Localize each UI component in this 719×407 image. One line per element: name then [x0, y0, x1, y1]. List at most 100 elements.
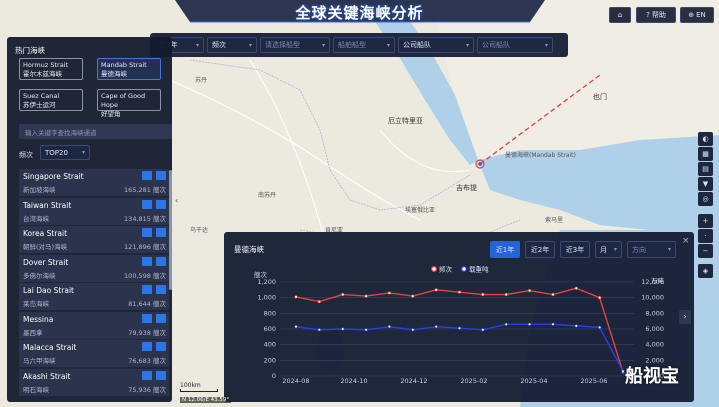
strait-name-zh: 明石海峡: [23, 385, 49, 394]
series-line-频次: [295, 287, 624, 373]
chart-icon[interactable]: [142, 199, 152, 209]
strait-name-zh: 墨西拿: [23, 328, 43, 337]
y-tick-right: 6,000: [645, 325, 664, 333]
top-n-select[interactable]: TOP20 ▾: [40, 145, 90, 160]
legend-marker: [430, 265, 438, 273]
detail-icon[interactable]: [156, 199, 166, 209]
grid-tool-button[interactable]: ▦: [698, 147, 713, 161]
chart-icon[interactable]: [142, 171, 152, 180]
metric-select[interactable]: 频次 ▾: [207, 37, 257, 53]
strait-list-item[interactable]: Singapore Strait 新加坡海峡 165,281 艘次: [19, 169, 169, 196]
chevron-down-icon: ▾: [195, 41, 199, 49]
globe-icon: ⊕: [688, 11, 695, 19]
top-bar: 全球关键海峡分析 ⌂ ? 帮助 ⊕ EN: [0, 0, 719, 28]
x-tick-label: 2025-02: [460, 377, 487, 385]
language-label: EN: [696, 11, 706, 19]
frequency-label: 频次: [19, 151, 33, 159]
data-point: [411, 328, 415, 332]
x-tick-label: 2024-12: [400, 377, 427, 385]
x-tick-label: 2024-10: [340, 377, 367, 385]
strait-ranking-list: Singapore Strait 新加坡海峡 165,281 艘次 Taiwan St…: [19, 169, 169, 397]
layer-tool-button[interactable]: ◐: [698, 132, 713, 146]
map-label-sudan: 苏丹: [195, 77, 208, 84]
help-label: 帮助: [651, 11, 666, 19]
strait-count: 165,281 艘次: [124, 186, 166, 194]
strait-name-en: Malacca Strait: [23, 343, 77, 352]
detail-icon[interactable]: [156, 370, 166, 380]
map-label-mandab: 曼德海峡(Mandab Strait): [505, 152, 576, 159]
chevron-down-icon: ▾: [465, 41, 469, 49]
strait-list-item[interactable]: Taiwan Strait 台湾海峡 134,815 艘次: [19, 197, 169, 225]
strait-name-zh: 新加坡海峡: [23, 186, 56, 194]
data-point: [387, 325, 392, 329]
detail-icon[interactable]: [156, 256, 166, 266]
chart-icon[interactable]: [142, 228, 152, 237]
line-chart: 1,2001,000800600400200012,00010,0008,000…: [254, 265, 665, 386]
strait-list-item[interactable]: Malacca Strait 马六甲海峡 76,683 艘次: [19, 340, 169, 367]
y-tick-left: 800: [264, 309, 276, 317]
hot-strait-good-hope[interactable]: Cape of Good Hope 好望角: [97, 89, 161, 118]
data-point: [411, 294, 415, 298]
data-point: [457, 326, 462, 330]
strait-name-en: Dover Strait: [23, 257, 69, 267]
strait-name-zh: 台湾海峡: [23, 214, 49, 223]
zoom-in-button[interactable]: +: [698, 214, 713, 228]
data-point: [574, 286, 578, 290]
list-scrollbar[interactable]: [169, 170, 172, 290]
company-fleet-select[interactable]: 公司船队 ▾: [398, 37, 474, 53]
data-point: [598, 296, 602, 300]
strait-count: 100,598 艘次: [124, 271, 166, 280]
legend-label: 载重吨: [469, 265, 489, 274]
zoom-out-button[interactable]: −: [698, 244, 713, 258]
chevron-down-icon: ▾: [386, 41, 390, 49]
hot-strait-hormuz[interactable]: Hormuz Strait 霍尔木兹海峡: [19, 58, 83, 80]
language-button[interactable]: ⊕ EN: [680, 7, 714, 23]
panel-title: 热门海峡: [15, 46, 45, 55]
filter-tool-button[interactable]: ▼: [698, 177, 713, 191]
data-point: [481, 292, 485, 297]
map-label-ethiopia: 埃塞俄比亚: [405, 207, 436, 214]
strait-name-zh: 莱岛海峡: [23, 300, 49, 308]
hot-strait-suez[interactable]: Suez Canal 苏伊士运河: [19, 89, 83, 111]
strait-list-item[interactable]: Korea Strait 朝鲜(对马)海峡 121,896 艘次: [19, 226, 169, 253]
table-icon: ▤: [702, 165, 709, 173]
strait-count: 75,936 艘次: [128, 385, 166, 394]
data-point: [504, 292, 508, 297]
detail-icon[interactable]: [156, 171, 166, 180]
y-axis-unit-left: 艘次: [254, 270, 268, 279]
chart-icon[interactable]: [142, 285, 152, 294]
detail-icon[interactable]: [156, 228, 166, 237]
strait-count: 76,683 艘次: [128, 357, 166, 365]
strait-list-item[interactable]: Akashi Strait 明石海峡 75,936 艘次: [19, 368, 169, 396]
detail-icon[interactable]: [156, 342, 166, 351]
company-fleet-select-2[interactable]: 公司船队 ▾: [477, 37, 553, 53]
chart-icon[interactable]: [142, 256, 152, 266]
strait-search-input[interactable]: 输入关键字查找海峡通道: [19, 124, 172, 139]
strait-list-item[interactable]: Dover Strait 多佛尔海峡 100,598 艘次: [19, 254, 169, 282]
map-label-eritrea: 厄立特里亚: [388, 117, 423, 125]
y-tick-right: 8,000: [645, 309, 664, 317]
data-point: [551, 322, 555, 326]
home-button[interactable]: ⌂: [609, 7, 631, 23]
strait-name-zh: 多佛尔海峡: [23, 271, 56, 280]
detail-icon[interactable]: [156, 285, 166, 294]
hot-strait-mandab[interactable]: Mandab Strait 曼德海峡: [97, 58, 161, 80]
chart-icon[interactable]: [142, 342, 152, 351]
strait-list-item[interactable]: Messina 墨西拿 79,938 艘次: [19, 311, 169, 339]
layers-button[interactable]: ◈: [698, 264, 713, 278]
x-tick-label: 2025-04: [520, 377, 547, 385]
help-button[interactable]: ? 帮助: [636, 7, 676, 23]
y-tick-left: 400: [264, 341, 276, 349]
strait-name-zh: 朝鲜(对马)海峡: [23, 243, 68, 251]
map-label-somalia: 索马里: [545, 217, 564, 224]
chart-icon[interactable]: [142, 370, 152, 380]
ship-category-select[interactable]: 船舶船型 ▾: [333, 37, 395, 53]
data-point: [294, 325, 298, 329]
chart-icon[interactable]: [142, 313, 152, 323]
table-tool-button[interactable]: ▤: [698, 162, 713, 176]
locate-tool-button[interactable]: ◎: [698, 192, 713, 206]
strait-list-item[interactable]: Lai Dao Strait 莱岛海峡 81,644 艘次: [19, 283, 169, 310]
detail-icon[interactable]: [156, 313, 166, 323]
ship-type-select[interactable]: 请选择船型 ▾: [260, 37, 330, 53]
chevron-left-icon[interactable]: ‹: [175, 196, 178, 205]
